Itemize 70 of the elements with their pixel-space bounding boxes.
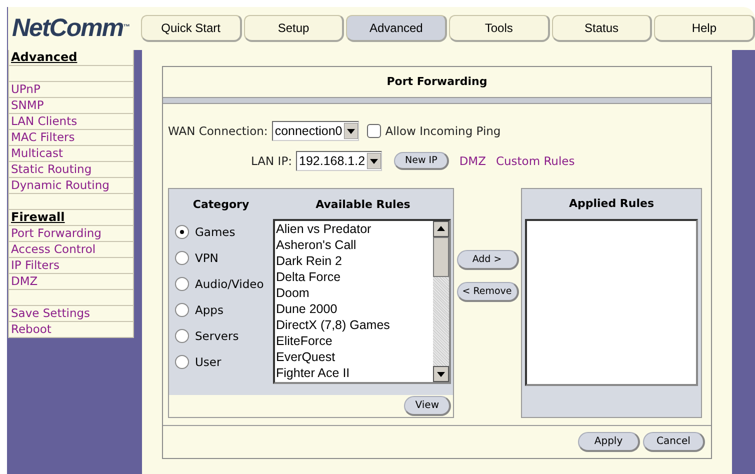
field-label: LAN IP: bbox=[251, 154, 292, 168]
list-item[interactable]: EliteForce bbox=[276, 333, 433, 349]
radio-label: Games bbox=[195, 225, 236, 239]
sidebar-link[interactable]: Access Control bbox=[8, 242, 134, 258]
nav-tab[interactable]: Advanced bbox=[346, 15, 448, 42]
list-item[interactable]: Doom bbox=[276, 285, 433, 301]
sidebar-heading: Firewall bbox=[8, 210, 134, 226]
new-ip-button[interactable]: New IP bbox=[394, 152, 450, 170]
column-heading: Applied Rules bbox=[568, 196, 656, 212]
nav-tab[interactable]: Help bbox=[654, 15, 755, 42]
list-item[interactable]: EverQuest bbox=[276, 349, 433, 365]
wan-connection-dropdown[interactable]: connection0 bbox=[272, 121, 360, 141]
view-button[interactable]: View bbox=[404, 396, 451, 416]
radio-label: Apps bbox=[195, 303, 224, 317]
sidebar-link[interactable]: DMZ bbox=[8, 274, 134, 290]
sidebar-link[interactable]: Save Settings bbox=[8, 306, 134, 322]
scroll-down-icon[interactable] bbox=[433, 366, 449, 382]
sidebar-link[interactable]: UPnP bbox=[8, 82, 134, 98]
dropdown-arrow-icon bbox=[344, 123, 358, 139]
sidebar-link[interactable]: Reboot bbox=[8, 322, 134, 338]
checkbox-label: Allow Incoming Ping bbox=[385, 124, 501, 138]
radio-button[interactable] bbox=[175, 277, 189, 291]
remove-button[interactable]: < Remove bbox=[456, 282, 518, 302]
add-button[interactable]: Add > bbox=[456, 250, 518, 270]
sidebar-link[interactable]: LAN Clients bbox=[8, 114, 134, 130]
sidebar-link[interactable]: Static Routing bbox=[8, 162, 134, 178]
scroll-up-icon[interactable] bbox=[433, 221, 449, 237]
sidebar-link[interactable]: MAC Filters bbox=[8, 130, 134, 146]
radio-button[interactable] bbox=[175, 355, 189, 369]
link[interactable]: Custom Rules bbox=[496, 154, 575, 168]
sidebar-link[interactable]: SNMP bbox=[8, 98, 134, 114]
lan-ip-dropdown[interactable]: 192.168.1.2 bbox=[296, 151, 382, 171]
sidebar-link[interactable]: Multicast bbox=[8, 146, 134, 162]
radio-button[interactable] bbox=[175, 303, 189, 317]
link[interactable]: DMZ bbox=[459, 154, 486, 168]
nav-tab[interactable]: Setup bbox=[244, 15, 344, 42]
list-item[interactable]: DirectX (7,8) Games bbox=[276, 317, 433, 333]
list-item[interactable]: Asheron's Call bbox=[276, 237, 433, 253]
field-label: WAN Connection: bbox=[168, 124, 268, 138]
list-item[interactable]: Dune 2000 bbox=[276, 301, 433, 317]
radio-label: Audio/Video bbox=[195, 277, 264, 291]
list-item[interactable]: Alien vs Predator bbox=[276, 221, 433, 237]
nav-tab[interactable]: Tools bbox=[449, 15, 550, 42]
column-heading: Available Rules bbox=[314, 198, 412, 210]
list-item[interactable]: Fighter Ace II bbox=[276, 365, 433, 381]
cancel-button[interactable]: Cancel bbox=[643, 432, 705, 452]
logo: NetComm$^{™}$ bbox=[11, 13, 132, 43]
radio-label: VPN bbox=[195, 251, 218, 265]
panel-title: Port Forwarding bbox=[386, 74, 488, 90]
radio-button[interactable] bbox=[175, 225, 189, 239]
rules-listbox[interactable]: Alien vs Predator Asheron's Call Dark Rein 2 Delta Force Doom Dune 2000 DirectX (7,8) Games EliteForce EverQuest Fighter Ace II bbox=[273, 219, 451, 384]
checkbox[interactable] bbox=[367, 124, 382, 138]
nav-tab[interactable]: Status bbox=[552, 15, 652, 42]
list-item[interactable]: Delta Force bbox=[276, 269, 433, 285]
nav-tab[interactable]: Quick Start bbox=[141, 15, 242, 42]
apply-button[interactable]: Apply bbox=[578, 432, 640, 452]
sidebar-link[interactable]: Port Forwarding bbox=[8, 226, 134, 242]
radio-button[interactable] bbox=[175, 251, 189, 265]
radio-label: User bbox=[195, 355, 222, 369]
column-heading: Category bbox=[192, 198, 250, 210]
sidebar-link[interactable]: IP Filters bbox=[8, 258, 134, 274]
list-item[interactable]: Dark Rein 2 bbox=[276, 253, 433, 269]
radio-label: Servers bbox=[195, 329, 239, 343]
applied-rules-listbox[interactable] bbox=[525, 219, 698, 386]
scroll-thumb[interactable] bbox=[433, 237, 449, 277]
dropdown-arrow-icon bbox=[367, 153, 382, 169]
radio-button[interactable] bbox=[175, 329, 189, 343]
sidebar-heading: Advanced bbox=[8, 50, 134, 66]
sidebar-link[interactable]: Dynamic Routing bbox=[8, 178, 134, 194]
scrollbar[interactable] bbox=[433, 221, 449, 382]
